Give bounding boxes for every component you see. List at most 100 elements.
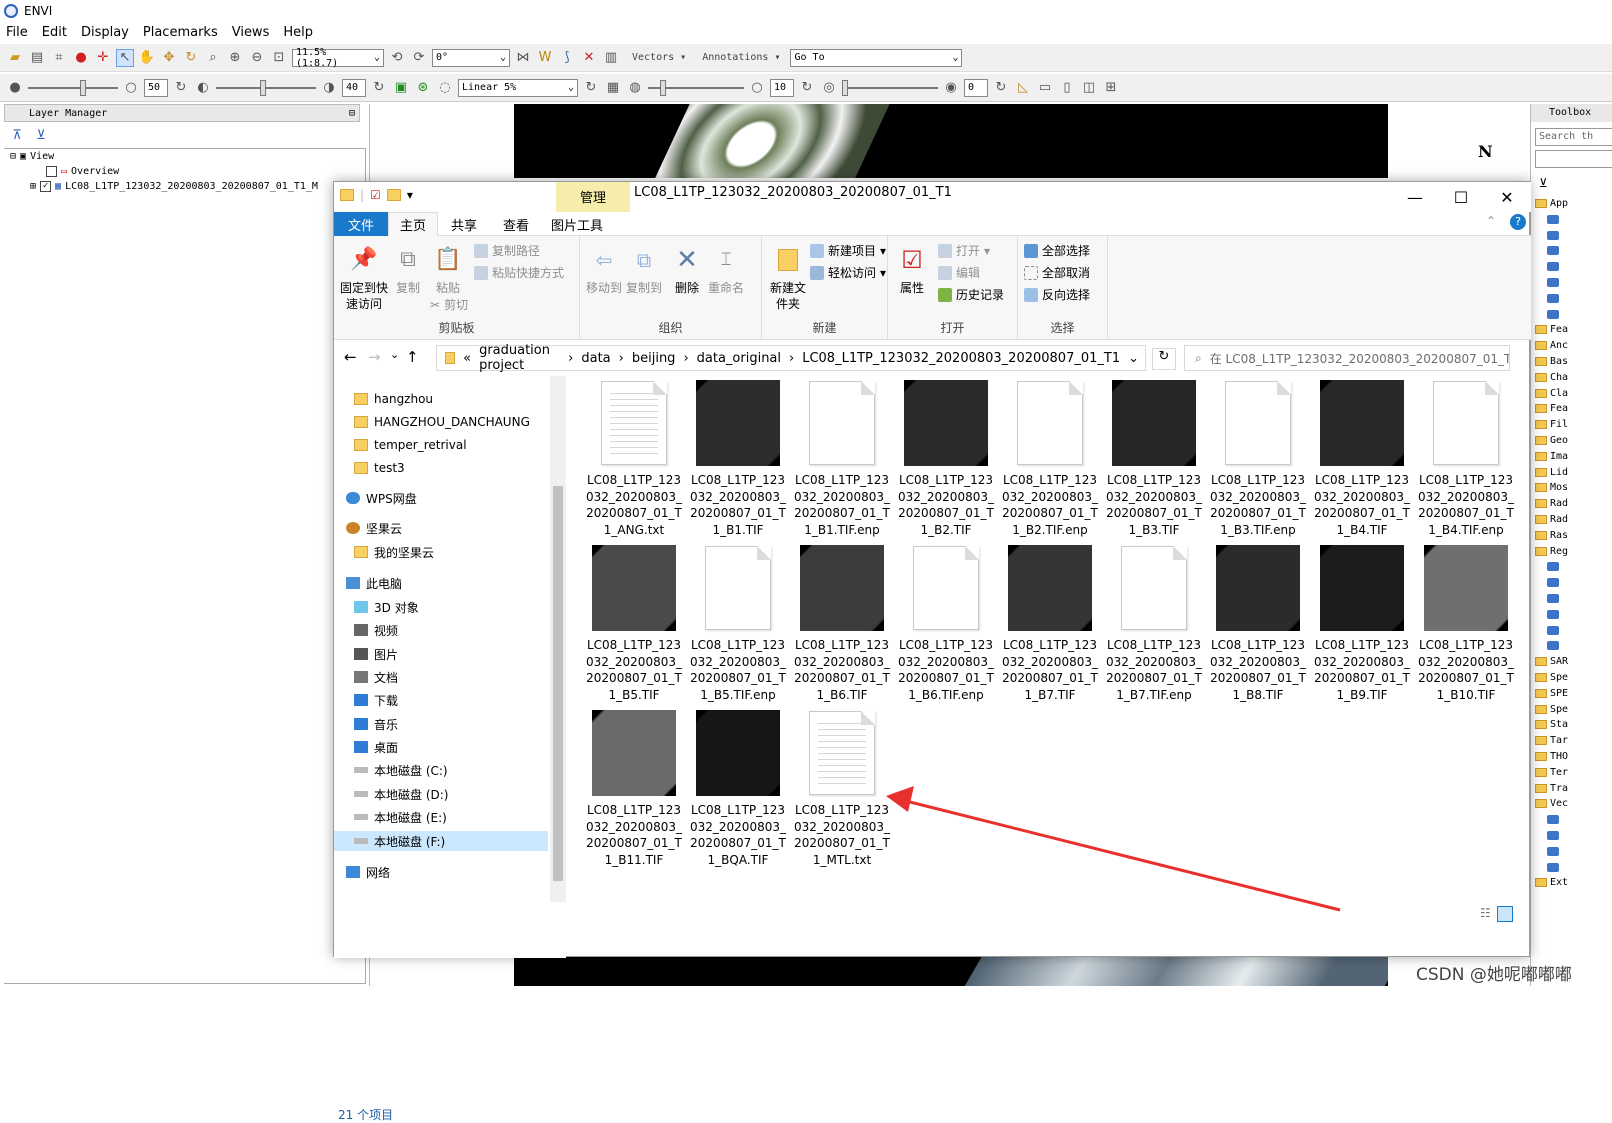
nav-item[interactable]: 下载 bbox=[354, 690, 398, 710]
open-folder-icon[interactable]: ▰ bbox=[6, 49, 24, 67]
nav-item[interactable]: test3 bbox=[354, 458, 405, 478]
view-grid-icon[interactable]: ⊞ bbox=[1102, 79, 1120, 97]
new-item-button[interactable]: 新建项目 ▾ bbox=[810, 242, 886, 259]
toolbox-item[interactable]: SAR bbox=[1535, 654, 1568, 669]
help-icon[interactable]: ? bbox=[1510, 214, 1526, 230]
nav-item[interactable]: 本地磁盘 (D:) bbox=[354, 784, 448, 804]
nav-item[interactable]: HANGZHOU_DANCHAUNG bbox=[354, 412, 530, 432]
nav-item[interactable]: 桌面 bbox=[354, 737, 398, 757]
nav-item[interactable]: 本地磁盘 (F:) bbox=[334, 831, 548, 851]
toolbox-item[interactable]: Ima bbox=[1535, 449, 1568, 464]
nav-scroll-thumb[interactable] bbox=[553, 486, 563, 881]
tab-view[interactable]: 查看 bbox=[490, 212, 542, 236]
toolbox-search-input[interactable]: Search th bbox=[1535, 128, 1612, 146]
delete-button[interactable]: ✕ 删除 bbox=[672, 244, 702, 296]
tab-picture-tools[interactable]: 图片工具 bbox=[542, 212, 612, 236]
file-item[interactable]: LC08_L1TP_123032_20200803_20200807_01_T1… bbox=[1104, 380, 1204, 538]
toolbox-item[interactable]: Rad bbox=[1535, 512, 1568, 527]
file-item[interactable]: LC08_L1TP_123032_20200803_20200807_01_T1… bbox=[792, 380, 892, 538]
tab-home[interactable]: 主页 bbox=[388, 212, 438, 236]
refresh-button[interactable]: ↻ bbox=[1152, 348, 1176, 370]
back-button[interactable]: ← bbox=[344, 348, 357, 366]
sharpen-slider[interactable] bbox=[648, 79, 744, 96]
reset-icon[interactable]: ↻ bbox=[798, 79, 816, 97]
pin-icon[interactable]: ⊟ bbox=[349, 105, 355, 123]
contrast-slider[interactable] bbox=[216, 79, 316, 96]
file-item[interactable]: LC08_L1TP_123032_20200803_20200807_01_T1… bbox=[1312, 380, 1412, 538]
rotate-icon[interactable]: ↻ bbox=[182, 49, 200, 67]
reset-icon[interactable]: ↻ bbox=[992, 79, 1010, 97]
tree-layer-node[interactable]: ⊞ ✓ ▦ LC08_L1TP_123032_20200803_20200807… bbox=[30, 181, 318, 192]
toolbox-item[interactable] bbox=[1535, 243, 1562, 258]
nav-item[interactable]: 本地磁盘 (C:) bbox=[354, 760, 448, 780]
toolbox-item[interactable] bbox=[1535, 607, 1562, 622]
file-item[interactable]: LC08_L1TP_123032_20200803_20200807_01_T1… bbox=[792, 545, 892, 703]
file-item[interactable]: LC08_L1TP_123032_20200803_20200807_01_T1… bbox=[1000, 380, 1100, 538]
forward-button[interactable]: → bbox=[368, 348, 381, 366]
toolbox-item[interactable] bbox=[1535, 212, 1562, 227]
tab-share[interactable]: 共享 bbox=[438, 212, 490, 236]
recent-locations-button[interactable]: ⌄ bbox=[390, 348, 399, 361]
maximize-button[interactable]: ☐ bbox=[1438, 182, 1484, 212]
toolbox-item[interactable]: Sta bbox=[1535, 717, 1568, 732]
toolbox-item[interactable]: Geo bbox=[1535, 433, 1568, 448]
vectors-menu[interactable]: Vectors ▾ bbox=[632, 52, 686, 63]
collapse-ribbon-icon[interactable]: ⌃ bbox=[1486, 214, 1496, 228]
toolbox-item[interactable] bbox=[1535, 623, 1562, 638]
nav-item[interactable]: WPS网盘 bbox=[346, 488, 417, 508]
stretch-icon[interactable]: ▣ bbox=[392, 79, 410, 97]
tree-view-node[interactable]: ⊟ ▣ View bbox=[10, 151, 54, 162]
chevron-right-icon[interactable]: › bbox=[683, 351, 688, 366]
stretch-select[interactable]: Linear 5% ⌄ bbox=[458, 78, 578, 97]
toolbox-item[interactable]: App bbox=[1535, 196, 1568, 211]
close-button[interactable]: ✕ bbox=[1484, 182, 1530, 212]
breadcrumb-graduation-project[interactable]: graduation project bbox=[479, 343, 560, 373]
layer-checkbox[interactable]: ✓ bbox=[40, 181, 52, 192]
nav-item[interactable]: 此电脑 bbox=[346, 573, 402, 593]
select-all-button[interactable]: 全部选择 bbox=[1024, 242, 1090, 259]
toolbox-item[interactable]: Mos bbox=[1535, 480, 1568, 495]
toolbox-item[interactable]: Rad bbox=[1535, 496, 1568, 511]
up-button[interactable]: ↑ bbox=[406, 348, 419, 366]
toolbox-item[interactable] bbox=[1535, 812, 1562, 827]
zoom-select[interactable]: 11.5% (1:8.7) ⌄ bbox=[292, 47, 384, 69]
toolbox-item[interactable]: Bas bbox=[1535, 354, 1568, 369]
toolbox-item[interactable] bbox=[1535, 828, 1562, 843]
toolbox-item[interactable]: Spe bbox=[1535, 670, 1568, 685]
invert-selection-button[interactable]: 反向选择 bbox=[1024, 286, 1090, 303]
menu-help[interactable]: Help bbox=[283, 25, 313, 40]
toolbox-item[interactable]: Ext bbox=[1535, 875, 1568, 890]
file-item[interactable]: LC08_L1TP_123032_20200803_20200807_01_T1… bbox=[1312, 545, 1412, 703]
copy-path-button[interactable]: 复制路径 bbox=[474, 242, 540, 259]
toolbox-item[interactable] bbox=[1535, 291, 1562, 306]
image-canvas-top[interactable] bbox=[514, 104, 1388, 178]
collapse-icon[interactable]: ⊟ bbox=[10, 151, 16, 162]
open-button[interactable]: 打开 ▾ bbox=[938, 242, 990, 259]
new-folder-icon[interactable] bbox=[386, 189, 401, 201]
toolbox-item[interactable]: Tra bbox=[1535, 781, 1568, 796]
breadcrumb-data[interactable]: data bbox=[581, 351, 610, 366]
toolbox-item[interactable] bbox=[1535, 275, 1562, 290]
stretch-auto-icon[interactable]: ⊛ bbox=[414, 79, 432, 97]
toolbox-item[interactable] bbox=[1535, 307, 1562, 322]
edit-vertex-icon[interactable]: ⟆ bbox=[558, 49, 576, 67]
nav-item[interactable]: 图片 bbox=[354, 644, 398, 664]
file-item[interactable]: LC08_L1TP_123032_20200803_20200807_01_T1… bbox=[688, 380, 788, 538]
view-single-icon[interactable]: ▯ bbox=[1058, 79, 1076, 97]
large-icons-view-button[interactable] bbox=[1496, 906, 1513, 922]
goto-select[interactable]: Go To ⌄ bbox=[790, 48, 963, 67]
tree-overview-node[interactable]: ▭ Overview bbox=[46, 166, 119, 177]
brightness-input[interactable]: 50 bbox=[144, 78, 168, 97]
toolbox-item[interactable]: Tar bbox=[1535, 733, 1568, 748]
refresh-icon[interactable]: ↻ bbox=[582, 79, 600, 97]
toolbox-item[interactable] bbox=[1535, 575, 1562, 590]
details-view-button[interactable]: ☷ bbox=[1480, 906, 1491, 922]
menu-file[interactable]: File bbox=[6, 25, 28, 40]
toolbox-item[interactable]: SPE bbox=[1535, 686, 1568, 701]
new-folder-button[interactable]: 新建文件夹 bbox=[768, 244, 808, 312]
annotations-menu[interactable]: Annotations ▾ bbox=[702, 52, 780, 63]
overflow-crumbs-icon[interactable]: « bbox=[463, 351, 471, 366]
file-item[interactable]: LC08_L1TP_123032_20200803_20200807_01_T1… bbox=[1416, 380, 1516, 538]
transparency-slider[interactable] bbox=[842, 79, 938, 96]
reset-icon[interactable]: ↻ bbox=[370, 79, 388, 97]
